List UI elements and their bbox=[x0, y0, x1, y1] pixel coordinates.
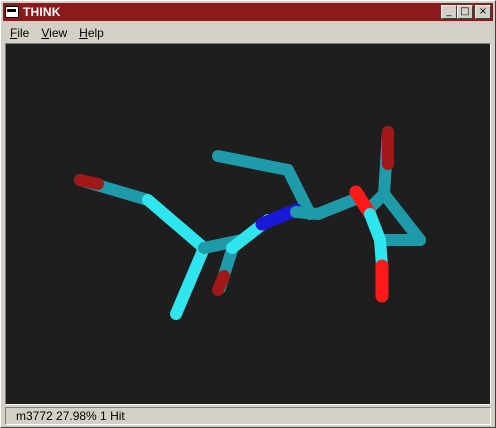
bond bbox=[212, 150, 294, 176]
window-title: THINK bbox=[23, 5, 61, 19]
bond bbox=[312, 192, 364, 220]
bond bbox=[142, 194, 210, 254]
menu-help-label: elp bbox=[87, 25, 104, 40]
app-window: THINK _ □ × File View Help m3772 27.98% … bbox=[0, 0, 496, 428]
menu-view[interactable]: View bbox=[35, 26, 73, 40]
status-bar: m3772 27.98% 1 Hit bbox=[5, 407, 491, 425]
close-button[interactable]: × bbox=[475, 5, 491, 19]
molecule-render bbox=[74, 126, 426, 320]
minimize-button[interactable]: _ bbox=[441, 5, 457, 19]
system-menu-icon[interactable] bbox=[5, 6, 19, 18]
menu-bar: File View Help bbox=[3, 23, 493, 42]
title-bar[interactable]: THINK _ □ × bbox=[3, 3, 493, 21]
bond bbox=[378, 188, 426, 246]
menu-file[interactable]: File bbox=[3, 26, 35, 40]
menu-help[interactable]: Help bbox=[73, 26, 110, 40]
molecule-viewport[interactable] bbox=[5, 43, 491, 405]
menu-view-label: iew bbox=[49, 25, 68, 40]
menu-file-label: ile bbox=[17, 25, 30, 40]
bond bbox=[212, 270, 230, 296]
menu-view-accelerator: V bbox=[41, 25, 50, 40]
maximize-button[interactable]: □ bbox=[457, 5, 473, 19]
bond bbox=[170, 242, 210, 320]
menu-help-accelerator: H bbox=[79, 25, 88, 40]
bond bbox=[74, 174, 104, 190]
window-controls: _ □ × bbox=[441, 5, 491, 19]
